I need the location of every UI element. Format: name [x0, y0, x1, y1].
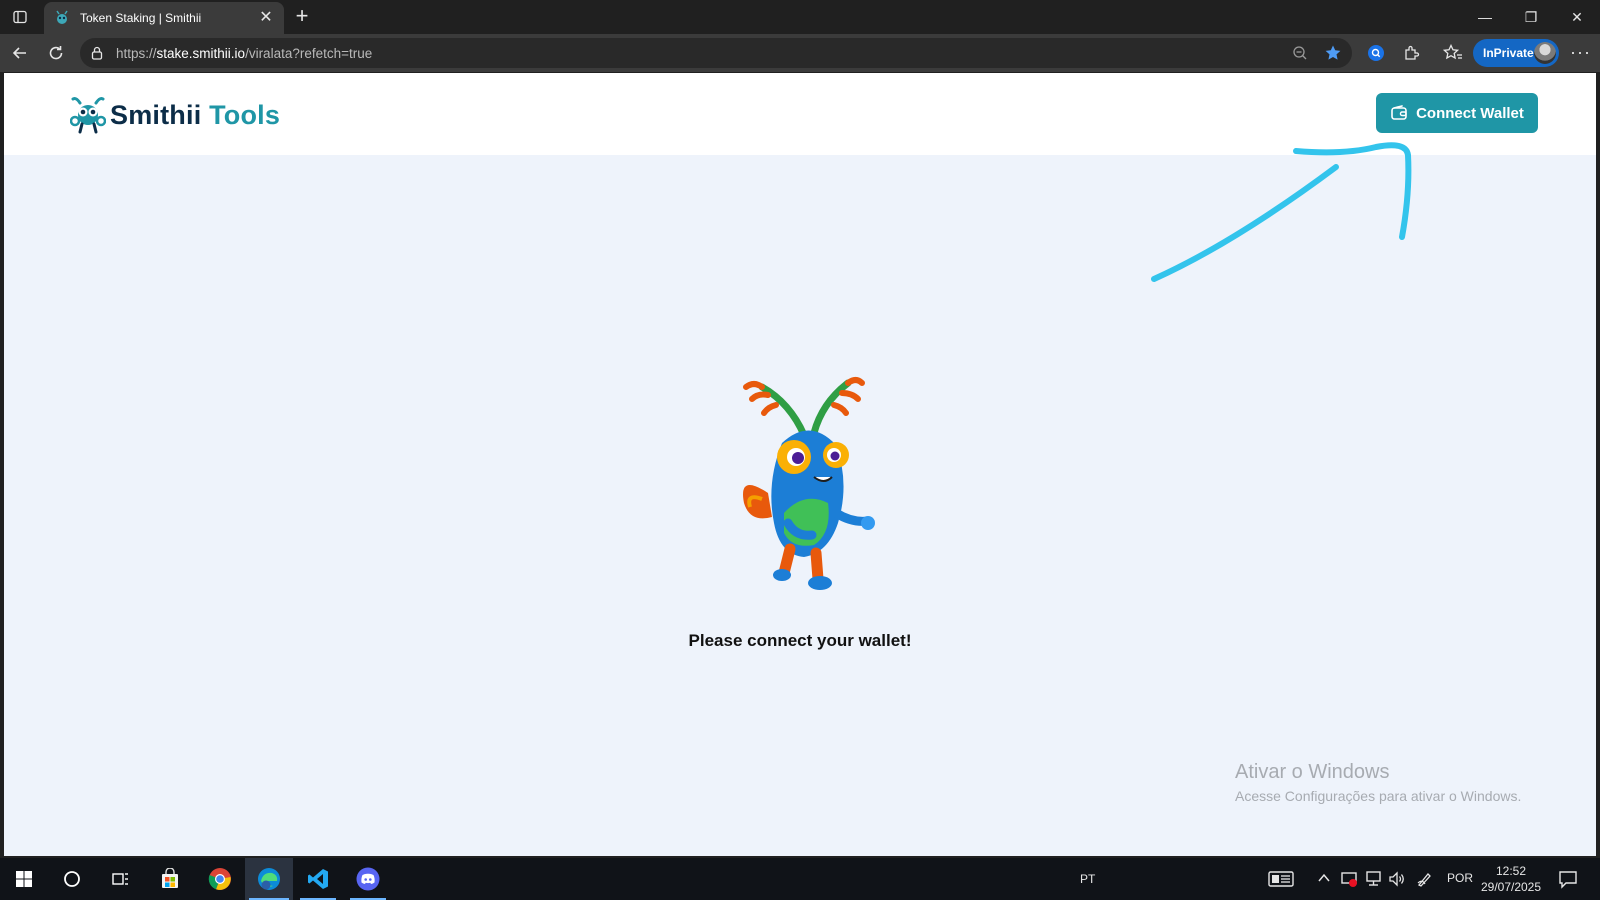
browser-titlebar: Token Staking | Smithii ✕ + — ❐ ✕	[0, 0, 1600, 34]
new-tab-button[interactable]: +	[290, 5, 314, 28]
tab-token-staking[interactable]: Token Staking | Smithii ✕	[44, 2, 284, 34]
news-widget-icon[interactable]	[1268, 870, 1294, 891]
microsoft-store-icon[interactable]	[146, 858, 194, 900]
inprivate-label: InPrivate	[1483, 46, 1534, 60]
back-arrow-icon[interactable]	[8, 42, 32, 64]
watermark-title: Ativar o Windows	[1235, 761, 1390, 783]
annotation-arrow	[1151, 142, 1412, 282]
search-circle-icon[interactable]	[48, 858, 96, 900]
task-view-icon[interactable]	[96, 858, 144, 900]
minimize-button[interactable]: —	[1470, 6, 1500, 28]
mascot-illustration	[743, 377, 875, 590]
connect-wallet-label: Connect Wallet	[1416, 104, 1524, 122]
clock-date: 29/07/2025	[1480, 880, 1542, 894]
discord-icon[interactable]	[344, 858, 392, 900]
favorite-star-icon[interactable]	[1324, 44, 1342, 62]
language-indicator[interactable]: PT	[1080, 872, 1095, 886]
logo-wordmark: Smithii Tools	[110, 99, 281, 130]
wallet-icon	[1391, 105, 1407, 120]
vscode-icon[interactable]	[294, 858, 342, 900]
lock-icon[interactable]	[90, 46, 104, 60]
clock-time: 12:52	[1495, 864, 1527, 878]
extension-search-icon[interactable]	[1365, 43, 1387, 63]
extensions-puzzle-icon[interactable]	[1401, 43, 1423, 63]
smithii-tools-logo[interactable]: Smithii Tools	[70, 95, 280, 135]
network-icon[interactable]	[1364, 870, 1382, 891]
tab-actions-icon[interactable]	[8, 6, 32, 28]
connect-wallet-button[interactable]: Connect Wallet	[1376, 93, 1538, 133]
close-window-button[interactable]: ✕	[1562, 6, 1592, 28]
chrome-icon[interactable]	[196, 858, 244, 900]
volume-icon[interactable]	[1388, 870, 1406, 891]
edge-icon[interactable]	[245, 858, 293, 900]
refresh-icon[interactable]	[44, 42, 68, 64]
restore-button[interactable]: ❐	[1516, 6, 1546, 28]
input-language[interactable]: POR	[1447, 871, 1473, 885]
start-windows-icon[interactable]	[0, 858, 48, 900]
zoom-out-icon[interactable]	[1292, 45, 1308, 61]
chevron-up-icon[interactable]	[1317, 871, 1331, 888]
windows-taskbar: PT POR 12:52 29/07/2025	[0, 858, 1600, 900]
browser-toolbar: https://stake.smithii.io/viralata?refetc…	[0, 34, 1600, 72]
security-alert-icon[interactable]	[1340, 870, 1358, 891]
tab-close-icon[interactable]: ✕	[258, 10, 274, 26]
page-viewport: Smithii Tools Connect Wallet Please conn…	[4, 73, 1596, 856]
connect-wallet-message: Please connect your wallet!	[688, 631, 912, 650]
pen-workspace-icon[interactable]	[1416, 870, 1434, 891]
url-text[interactable]: https://stake.smithii.io/viralata?refetc…	[116, 46, 372, 61]
more-options-icon[interactable]: ···	[1570, 42, 1591, 63]
address-bar[interactable]: https://stake.smithii.io/viralata?refetc…	[80, 38, 1352, 68]
system-clock[interactable]: 12:52 29/07/2025	[1478, 863, 1544, 895]
favorites-icon[interactable]	[1442, 43, 1464, 63]
windows-activation-watermark: Ativar o Windows Acesse Configurações pa…	[1235, 761, 1521, 804]
watermark-subtitle: Acesse Configurações para ativar o Windo…	[1235, 788, 1522, 804]
smithii-mascot-logo-icon	[70, 97, 106, 134]
inprivate-badge[interactable]: InPrivate	[1473, 39, 1559, 67]
notification-center-icon[interactable]	[1558, 869, 1578, 892]
smithii-favicon-icon	[56, 10, 68, 24]
profile-avatar[interactable]	[1534, 42, 1556, 64]
tab-title: Token Staking | Smithii	[80, 11, 202, 25]
